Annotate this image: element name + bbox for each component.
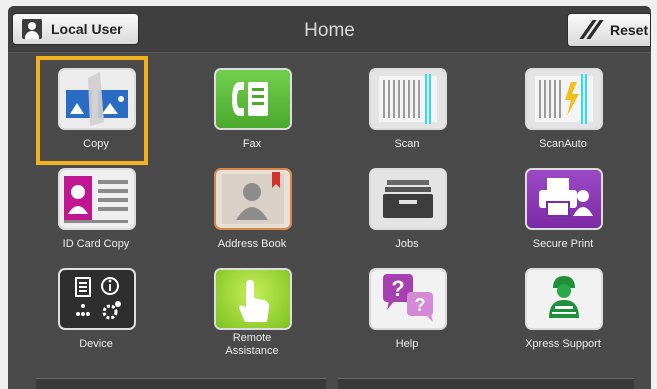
remote-assistance-icon <box>216 270 290 328</box>
jobs-icon <box>371 170 445 228</box>
help-icon: ? ? <box>371 270 445 328</box>
device-icon <box>60 270 134 328</box>
app-grid: Copy Fax Scan ScanAuto ID Card Copy Addr… <box>8 56 651 366</box>
app-tile-scan[interactable]: Scan <box>330 56 484 154</box>
app-label: Fax <box>242 138 262 150</box>
app-label: Address Book <box>217 238 287 250</box>
app-label: Help <box>395 338 419 350</box>
app-label-line-2: Assistance <box>225 345 279 357</box>
scanauto-icon <box>527 70 601 128</box>
app-tile-xpress-support[interactable]: Xpress Support <box>486 256 640 354</box>
app-label: Xpress Support <box>525 338 601 350</box>
scan-icon <box>371 70 445 128</box>
bottom-panel-left <box>36 378 326 389</box>
app-tile-secure-print[interactable]: Secure Print <box>486 156 640 254</box>
app-tile-scanauto[interactable]: ScanAuto <box>486 56 640 154</box>
xpress-support-icon <box>527 270 601 328</box>
fax-icon <box>216 70 290 128</box>
app-tile-address-book[interactable]: Address Book <box>175 156 329 254</box>
app-tile-jobs[interactable]: Jobs <box>330 156 484 254</box>
app-label: Secure Print <box>532 238 594 250</box>
app-tile-copy[interactable]: Copy <box>19 56 173 154</box>
address-book-icon <box>216 170 290 228</box>
copy-icon <box>60 70 134 128</box>
app-label: Scan <box>394 138 420 150</box>
reset-icon <box>579 20 604 40</box>
page-title: Home <box>304 20 355 41</box>
app-tile-device[interactable]: Device <box>19 256 173 354</box>
secure-print-icon <box>527 170 601 228</box>
svg-text:?: ? <box>391 276 404 301</box>
app-label: ScanAuto <box>539 138 587 150</box>
app-label-line-1: Remote <box>232 332 272 344</box>
app-tile-remote-assistance[interactable]: Remote Assistance <box>175 256 329 357</box>
id-card-icon <box>60 170 134 228</box>
app-label: Remote Assistance <box>175 332 329 358</box>
bottom-panel-right <box>338 378 634 389</box>
app-label: Copy <box>83 138 109 150</box>
header-bar: Local User Home Reset <box>8 6 651 53</box>
app-tile-help[interactable]: ? ? Help <box>330 256 484 354</box>
app-label: ID Card Copy <box>62 238 130 250</box>
app-tile-id-card-copy[interactable]: ID Card Copy <box>19 156 173 254</box>
device-screen: Local User Home Reset Copy Fax Scan Scan… <box>8 6 651 389</box>
reset-label: Reset <box>610 22 649 38</box>
svg-text:?: ? <box>415 295 426 315</box>
app-label: Jobs <box>395 238 419 250</box>
reset-button[interactable]: Reset <box>567 13 651 47</box>
app-tile-fax[interactable]: Fax <box>175 56 329 154</box>
app-label: Device <box>79 338 113 350</box>
